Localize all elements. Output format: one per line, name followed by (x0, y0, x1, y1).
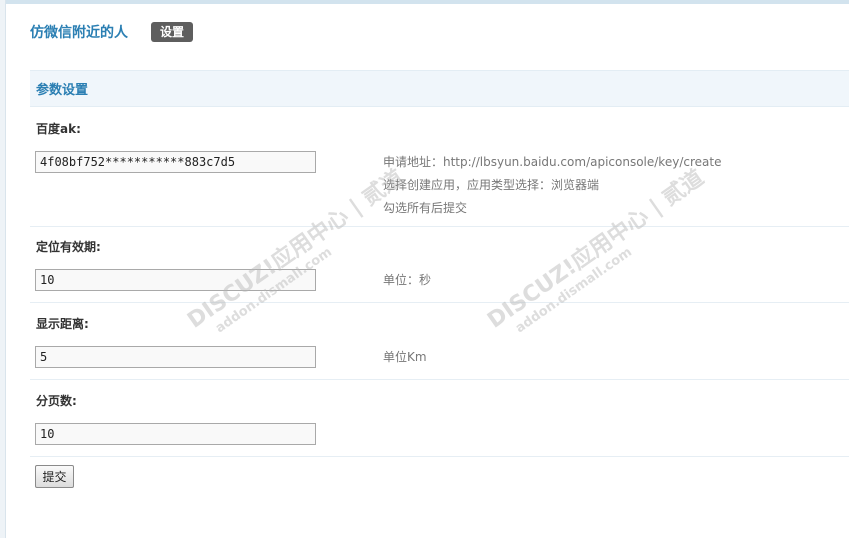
left-border (0, 0, 6, 538)
section-title: 参数设置 (36, 83, 89, 98)
page-title: 仿微信附近的人 (30, 25, 128, 41)
distance-hint: 单位Km (383, 350, 427, 364)
header: 仿微信附近的人 设置 (30, 21, 194, 43)
distance-label: 显示距离: (36, 317, 89, 331)
row-divider (30, 302, 849, 303)
submit-button[interactable]: 提交 (35, 465, 74, 488)
baidu-ak-hint-line-1: 申请地址：http://lbsyun.baidu.com/apiconsole/… (383, 155, 722, 169)
distance-input[interactable] (35, 346, 316, 368)
baidu-ak-label: 百度ak: (36, 122, 81, 136)
section-header: 参数设置 (30, 70, 849, 107)
baidu-ak-input[interactable] (35, 151, 316, 173)
settings-tab[interactable]: 设置 (151, 22, 194, 42)
watermark-left: DISCUZ!应用中心 | 贰道 addon.dismall.com (180, 160, 418, 346)
row-divider (30, 226, 849, 227)
top-border (0, 0, 849, 4)
row-divider (30, 379, 849, 380)
page-size-input[interactable] (35, 423, 316, 445)
row-divider (30, 456, 849, 457)
watermark-left-main: DISCUZ!应用中心 | 贰道 (183, 165, 409, 334)
validity-label: 定位有效期: (36, 240, 101, 254)
validity-hint: 单位：秒 (383, 273, 432, 287)
page-size-label: 分页数: (36, 394, 77, 408)
watermark-left-sub: addon.dismall.com (212, 244, 335, 337)
